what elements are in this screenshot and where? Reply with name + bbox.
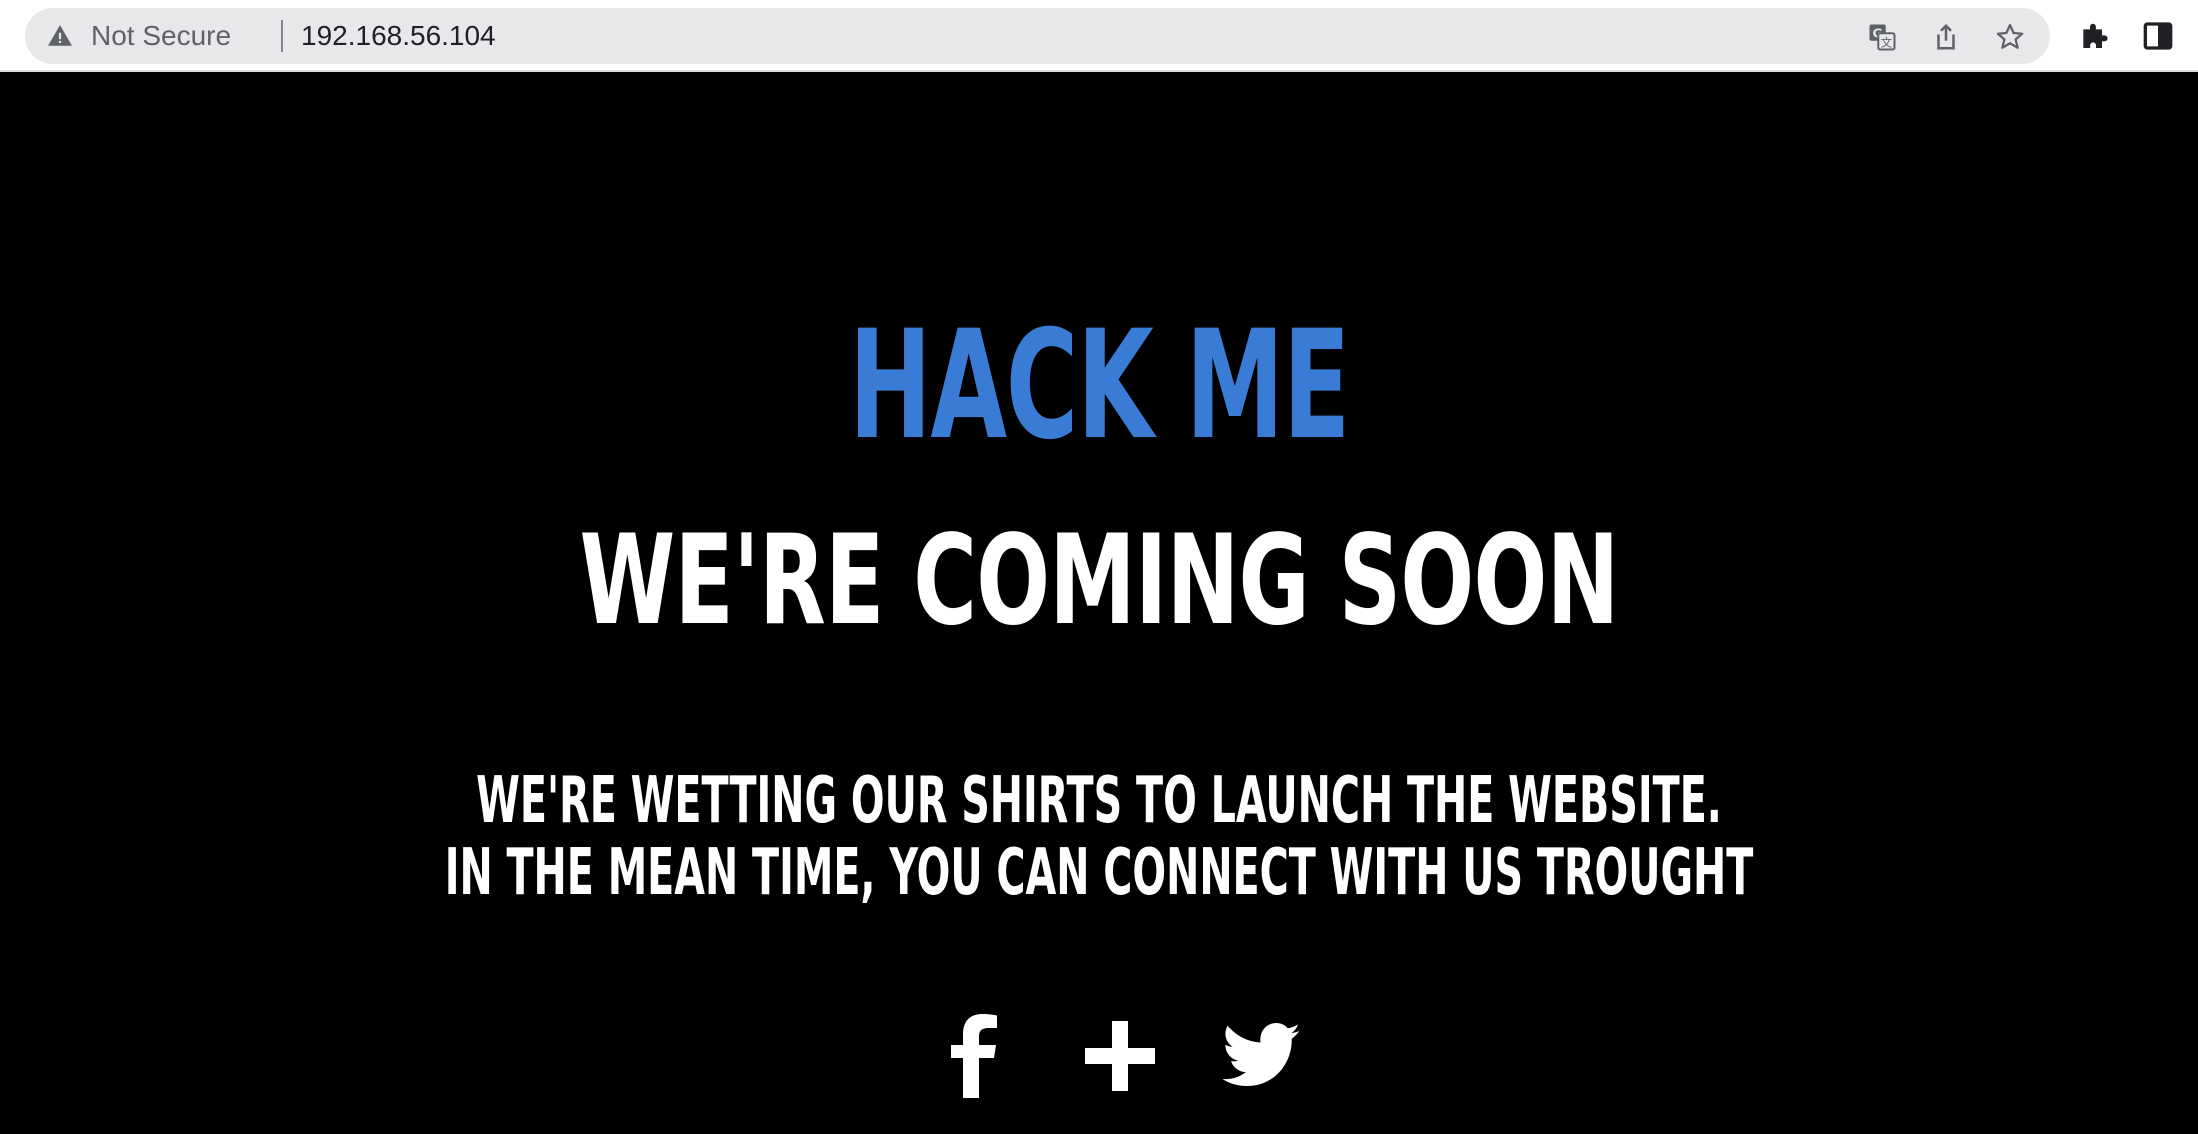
message-line-2: IN THE MEAN TIME, YOU CAN CONNECT WITH U… — [444, 836, 1754, 910]
svg-text:文: 文 — [1881, 35, 1892, 49]
security-label: Not Secure — [91, 20, 232, 51]
address-divider — [281, 20, 283, 52]
google-plus-icon — [1085, 1021, 1155, 1091]
twitter-icon — [1222, 1023, 1301, 1087]
side-panel-icon[interactable] — [2142, 20, 2174, 52]
translate-icon[interactable]: G 文 — [1867, 22, 1897, 52]
page-content: HACK ME WE'RE COMING SOON WE'RE WETTING … — [0, 74, 2198, 1134]
security-indicator[interactable]: Not Secure — [47, 8, 231, 64]
address-bar[interactable]: Not Secure 192.168.56.104 G 文 — [25, 8, 2050, 64]
twitter-link[interactable] — [1214, 1008, 1310, 1104]
browser-toolbar: Not Secure 192.168.56.104 G 文 — [0, 0, 2198, 72]
bookmark-star-icon[interactable] — [1995, 22, 2025, 52]
brand-title: HACK ME — [848, 299, 1351, 473]
facebook-link[interactable] — [926, 1008, 1022, 1104]
coming-soon-heading: WE'RE COMING SOON — [579, 509, 1619, 653]
share-icon[interactable] — [1931, 22, 1961, 52]
facebook-icon — [951, 1014, 997, 1098]
warning-icon — [48, 25, 72, 46]
message-line-1: WE'RE WETTING OUR SHIRTS TO LAUNCH THE W… — [476, 764, 1722, 838]
url-text[interactable]: 192.168.56.104 — [301, 8, 496, 64]
extensions-icon[interactable] — [2078, 20, 2110, 52]
google-plus-link[interactable] — [1072, 1008, 1168, 1104]
